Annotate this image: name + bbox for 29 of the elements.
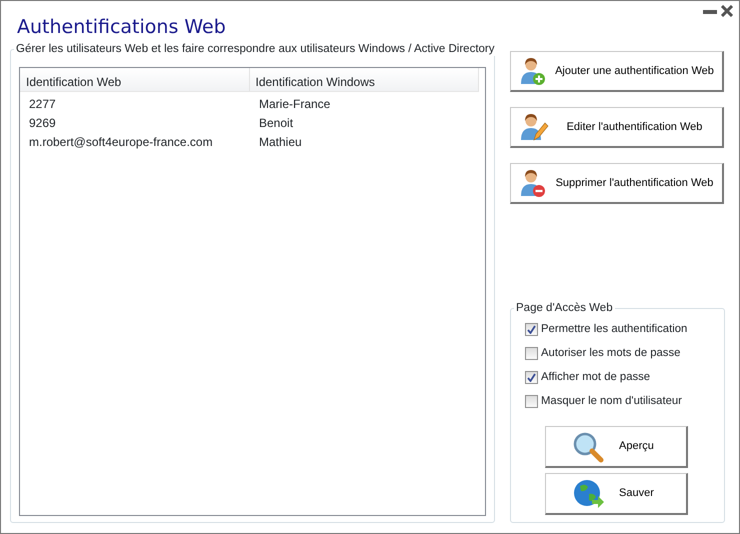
close-icon[interactable] bbox=[721, 5, 733, 17]
checkbox-label[interactable]: Afficher mot de passe bbox=[541, 368, 650, 386]
column-header[interactable]: Identification Web bbox=[20, 68, 250, 91]
group-legend: Page d'Accès Web bbox=[514, 301, 615, 315]
table-cell-text: Mathieu bbox=[258, 134, 302, 150]
checkbox[interactable] bbox=[525, 346, 538, 360]
table-cell-text: Marie-France bbox=[258, 96, 330, 112]
table-cell-text: 9269 bbox=[28, 114, 57, 132]
action-button[interactable]: Aperçu bbox=[545, 426, 688, 468]
column-header[interactable]: Identification Windows bbox=[250, 68, 479, 91]
checkbox[interactable] bbox=[525, 322, 538, 336]
table-cell-text: Benoit bbox=[258, 114, 294, 132]
table-cell-text: 2277 bbox=[28, 96, 57, 112]
action-button[interactable]: Sauver bbox=[545, 473, 688, 515]
minimize-icon[interactable] bbox=[703, 8, 717, 14]
checkbox-label[interactable]: Permettre les authentification bbox=[541, 320, 688, 338]
action-button[interactable]: Editer l'authentification Web bbox=[510, 107, 724, 148]
checkbox-label[interactable]: Masquer le nom d'utilisateur bbox=[541, 392, 682, 410]
checkbox-label[interactable]: Autoriser les mots de passe bbox=[541, 344, 680, 362]
window-title: Authentifications Web bbox=[17, 15, 227, 39]
action-button[interactable]: Supprimer l'authentification Web bbox=[510, 163, 724, 204]
magnifier-icon bbox=[572, 430, 605, 462]
group-legend: Gérer les utilisateurs Web et les faire correspondre aux utilisateurs Windows / Active Directory bbox=[14, 42, 497, 56]
edit-user-icon bbox=[519, 113, 549, 141]
table-cell-text: m.robert@soft4europe-france.com bbox=[28, 134, 214, 150]
checkbox[interactable] bbox=[525, 370, 538, 384]
action-button[interactable]: Ajouter une authentification Web bbox=[510, 51, 724, 92]
globe-arrow-icon bbox=[572, 478, 605, 510]
checkbox[interactable] bbox=[525, 394, 538, 408]
